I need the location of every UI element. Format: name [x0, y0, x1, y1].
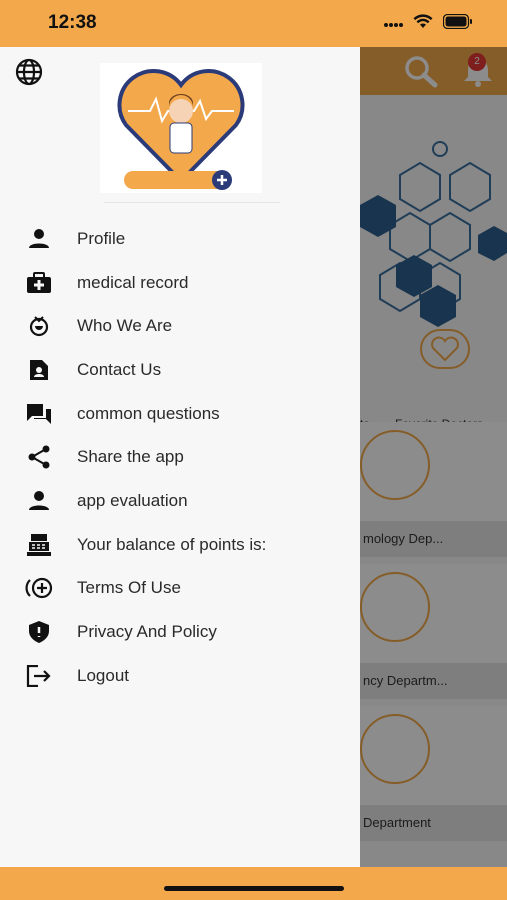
menu-item-medical-record[interactable]: medical record	[0, 261, 360, 305]
logout-icon	[24, 661, 54, 691]
home-indicator[interactable]	[164, 886, 344, 891]
drawer-menu: Profile medical record Who We Are Contac…	[0, 217, 360, 698]
menu-item-label: common questions	[77, 403, 220, 423]
app-logo	[100, 63, 262, 193]
menu-item-common-questions[interactable]: common questions	[0, 392, 360, 436]
navigation-drawer: Profile medical record Who We Are Contac…	[0, 47, 360, 867]
drawer-divider	[104, 202, 280, 203]
terms-plus-icon	[24, 573, 54, 603]
menu-item-label: Contact Us	[77, 359, 162, 379]
battery-icon	[442, 13, 473, 34]
person-icon	[24, 486, 54, 516]
menu-item-privacy-policy[interactable]: Privacy And Policy	[0, 610, 360, 654]
status-icons	[383, 13, 473, 34]
cash-register-icon	[24, 530, 54, 560]
menu-item-who-we-are[interactable]: Who We Are	[0, 304, 360, 348]
who-we-are-icon	[24, 311, 54, 341]
menu-item-share-the-app[interactable]: Share the app	[0, 435, 360, 479]
menu-item-profile[interactable]: Profile	[0, 217, 360, 261]
chat-bubbles-icon	[24, 399, 54, 429]
menu-item-contact-us[interactable]: Contact Us	[0, 348, 360, 392]
menu-item-label: Who We Are	[77, 316, 173, 336]
status-time: 12:38	[48, 12, 97, 33]
wifi-icon	[413, 14, 433, 34]
language-globe-icon[interactable]	[14, 57, 44, 92]
menu-item-label: medical record	[77, 272, 189, 292]
menu-item-logout[interactable]: Logout	[0, 654, 360, 698]
menu-item-label: Profile	[77, 228, 126, 248]
menu-item-label: Terms Of Use	[77, 578, 181, 598]
menu-item-label: Share the app	[77, 447, 184, 467]
person-icon	[24, 224, 54, 254]
menu-item-label: Logout	[77, 665, 129, 685]
menu-item-terms-of-use[interactable]: Terms Of Use	[0, 567, 360, 611]
menu-item-label: app evaluation	[77, 490, 188, 510]
status-bar: 12:38	[0, 0, 507, 47]
share-icon	[24, 442, 54, 472]
menu-item-label: Privacy And Policy	[77, 622, 217, 642]
shield-icon	[24, 617, 54, 647]
medical-kit-icon	[24, 268, 54, 298]
signal-icon	[383, 15, 403, 33]
menu-item-points-balance[interactable]: Your balance of points is:	[0, 523, 360, 567]
menu-item-label: Your balance of points is:	[77, 534, 267, 554]
contact-card-icon	[24, 355, 54, 385]
menu-item-app-evaluation[interactable]: app evaluation	[0, 479, 360, 523]
bottom-bar	[0, 867, 507, 900]
